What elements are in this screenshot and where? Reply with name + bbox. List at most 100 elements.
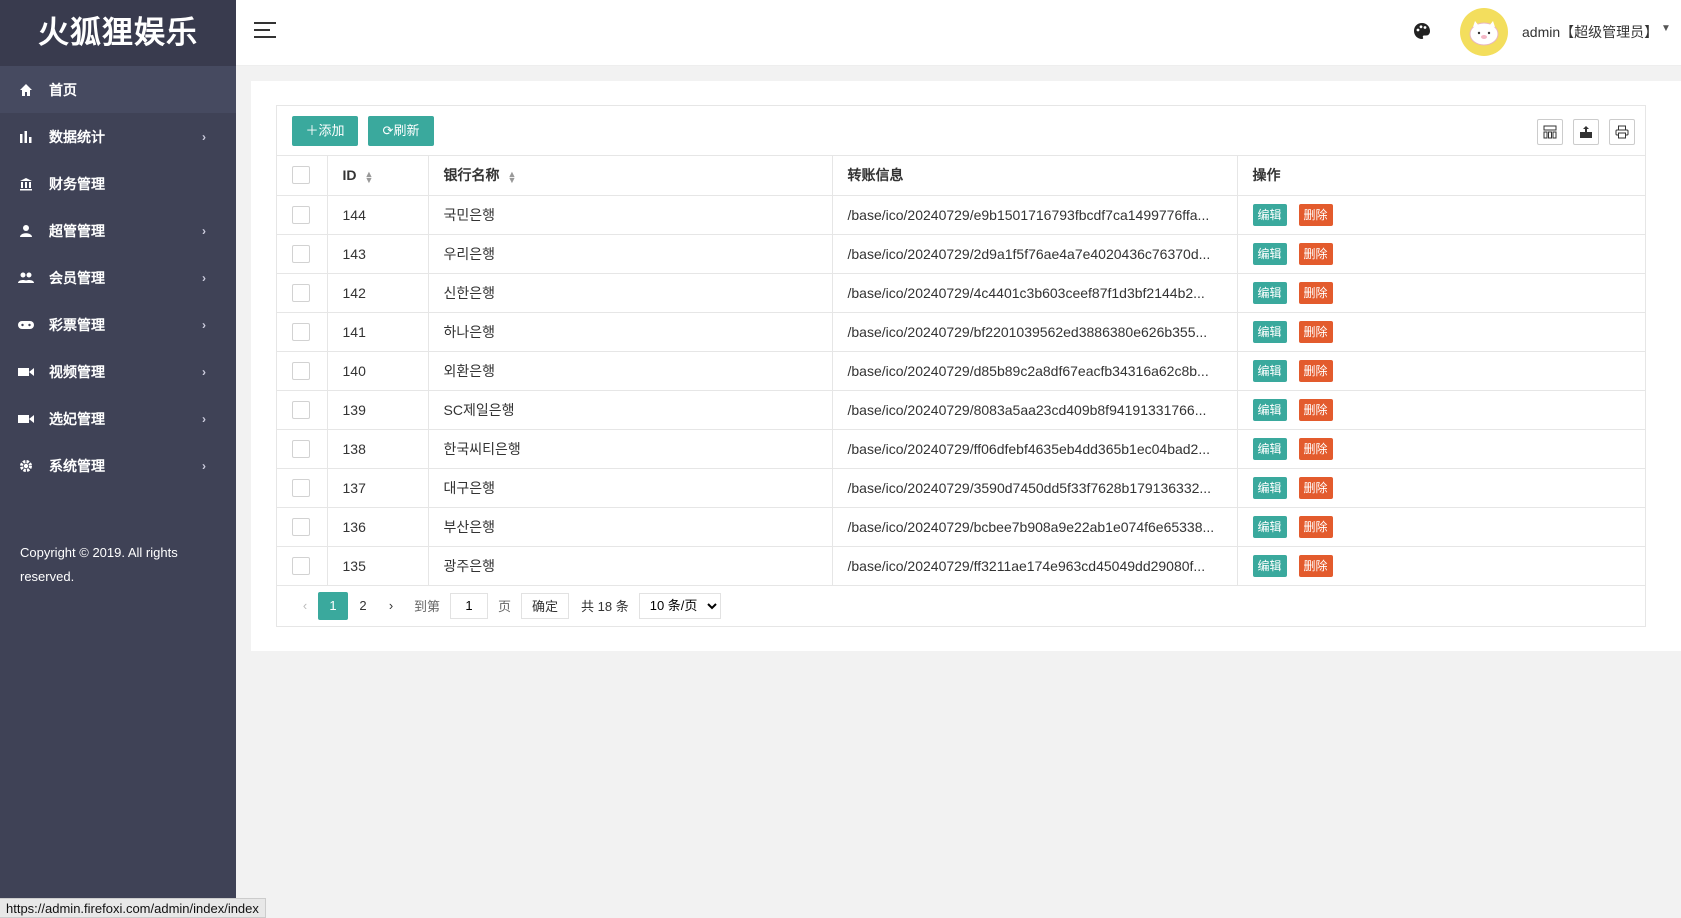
chevron-right-icon: › [202,129,206,144]
cell-bank-name: 국민은행 [428,195,833,235]
chevron-right-icon: › [202,317,206,332]
sidebar-item-home[interactable]: 首页 [0,66,236,113]
cell-actions: 编辑 删除 [1237,273,1645,313]
edit-button[interactable]: 编辑 [1252,476,1287,499]
select-all-checkbox[interactable] [292,166,310,185]
column-header-transfer: 转账信息 [832,156,1238,196]
refresh-button[interactable]: ⟳刷新 [368,116,434,146]
sidebar-item-system[interactable]: 系统管理 › [0,442,236,489]
delete-button[interactable]: 删除 [1298,515,1333,538]
bar-chart-icon [18,129,34,145]
cell-transfer-info: /base/ico/20240729/d85b89c2a8df67eacfb34… [832,351,1238,391]
row-checkbox[interactable] [292,361,310,380]
cell-transfer-info: /base/ico/20240729/8083a5aa23cd409b8f941… [832,390,1238,430]
sidebar-item-label: 首页 [49,81,77,98]
cell-id: 144 [327,195,429,235]
bank-icon [18,176,34,192]
cell-id: 136 [327,507,429,547]
avatar[interactable] [1460,8,1508,56]
menu-toggle-icon[interactable] [254,22,276,40]
prev-page-icon[interactable]: ‹ [292,598,318,613]
sidebar-item-label: 超管管理 [49,222,105,239]
bank-table: ID ▲ ▼ 银行名称 ▲ ▼ 转账信息 操作 144 국민은행/base/ico/202… [277,156,1645,586]
table-row: 139 SC제일은행/base/ico/20240729/8083a5aa23cd… [277,390,1645,430]
cell-actions: 编辑 删除 [1237,507,1645,547]
cell-transfer-info: /base/ico/20240729/3590d7450dd5f33f7628b… [832,468,1238,508]
per-page-select[interactable]: 10 条/页 [638,592,721,619]
edit-button[interactable]: 编辑 [1252,515,1287,538]
delete-button[interactable]: 删除 [1298,359,1333,382]
cell-id: 142 [327,273,429,313]
delete-button[interactable]: 删除 [1298,437,1333,460]
cell-actions: 编辑 删除 [1237,390,1645,430]
sidebar-item-finance[interactable]: 财务管理 [0,160,236,207]
edit-button[interactable]: 编辑 [1252,242,1287,265]
sidebar-item-lottery[interactable]: 彩票管理 › [0,301,236,348]
chevron-right-icon: › [202,411,206,426]
edit-button[interactable]: 编辑 [1252,437,1287,460]
cell-bank-name: 부산은행 [428,507,833,547]
sidebar-item-label: 选妃管理 [49,410,105,427]
cell-id: 143 [327,234,429,274]
row-select-cell [277,351,328,391]
pagination: ‹ 1 2 › 到第 页 确定 共 18 条 10 条/页 [277,586,1645,626]
sidebar-item-superadmin[interactable]: 超管管理 › [0,207,236,254]
add-button[interactable]: ＋添加 [292,116,358,146]
delete-button[interactable]: 删除 [1298,203,1333,226]
delete-button[interactable]: 删除 [1298,242,1333,265]
column-header-bank[interactable]: 银行名称 ▲ ▼ [428,156,833,196]
total-count: 共 18 条 [581,599,629,614]
page-number[interactable]: 1 [318,591,348,620]
row-checkbox[interactable] [292,478,310,497]
sidebar-item-videos[interactable]: 视频管理 › [0,348,236,395]
sidebar-item-stats[interactable]: 数据统计 › [0,113,236,160]
caret-down-icon[interactable]: ▼ [1661,23,1671,34]
sidebar-item-concubine[interactable]: 选妃管理 › [0,395,236,442]
row-checkbox[interactable] [292,400,310,419]
delete-button[interactable]: 删除 [1298,476,1333,499]
print-icon[interactable] [1609,119,1635,145]
table-body: 144 국민은행/base/ico/20240729/e9b1501716793f… [277,195,1645,586]
sidebar-item-label: 数据统计 [49,128,105,145]
palette-icon[interactable] [1413,22,1433,42]
row-select-cell [277,195,328,235]
row-checkbox[interactable] [292,244,310,263]
sidebar-item-label: 视频管理 [49,363,105,380]
select-all-cell [277,156,328,196]
edit-button[interactable]: 编辑 [1252,398,1287,421]
sort-icon[interactable]: ▲ ▼ [508,169,517,184]
goto-page-input[interactable] [450,592,489,619]
delete-button[interactable]: 删除 [1298,554,1333,577]
cell-transfer-info: /base/ico/20240729/ff06dfebf4635eb4dd365… [832,429,1238,469]
row-checkbox[interactable] [292,556,310,575]
column-header-id[interactable]: ID ▲ ▼ [327,156,429,196]
edit-button[interactable]: 编辑 [1252,203,1287,226]
cell-id: 135 [327,546,429,586]
next-page-icon[interactable]: › [378,598,404,613]
row-checkbox[interactable] [292,205,310,224]
delete-button[interactable]: 删除 [1298,281,1333,304]
edit-button[interactable]: 编辑 [1252,359,1287,382]
columns-filter-icon[interactable] [1537,119,1563,145]
sidebar-item-members[interactable]: 会员管理 › [0,254,236,301]
row-checkbox[interactable] [292,322,310,341]
cell-bank-name: 광주은행 [428,546,833,586]
edit-button[interactable]: 编辑 [1252,320,1287,343]
edit-button[interactable]: 编辑 [1252,554,1287,577]
delete-button[interactable]: 删除 [1298,398,1333,421]
export-icon[interactable] [1573,119,1599,145]
user-menu[interactable]: admin【超级管理员】 [1522,22,1658,42]
delete-button[interactable]: 删除 [1298,320,1333,343]
cell-id: 137 [327,468,429,508]
top-header: admin【超级管理员】 ▼ [236,0,1681,66]
page-unit-label: 页 [498,599,512,614]
sort-icon[interactable]: ▲ ▼ [365,169,374,184]
edit-button[interactable]: 编辑 [1252,281,1287,304]
page-number[interactable]: 2 [348,592,378,620]
row-checkbox[interactable] [292,517,310,536]
row-checkbox[interactable] [292,439,310,458]
table-row: 140 외환은행/base/ico/20240729/d85b89c2a8df67… [277,351,1645,391]
copyright-text: Copyright © 2019. All rights reserved. [20,545,178,584]
confirm-button[interactable]: 确定 [521,592,570,619]
row-checkbox[interactable] [292,283,310,302]
